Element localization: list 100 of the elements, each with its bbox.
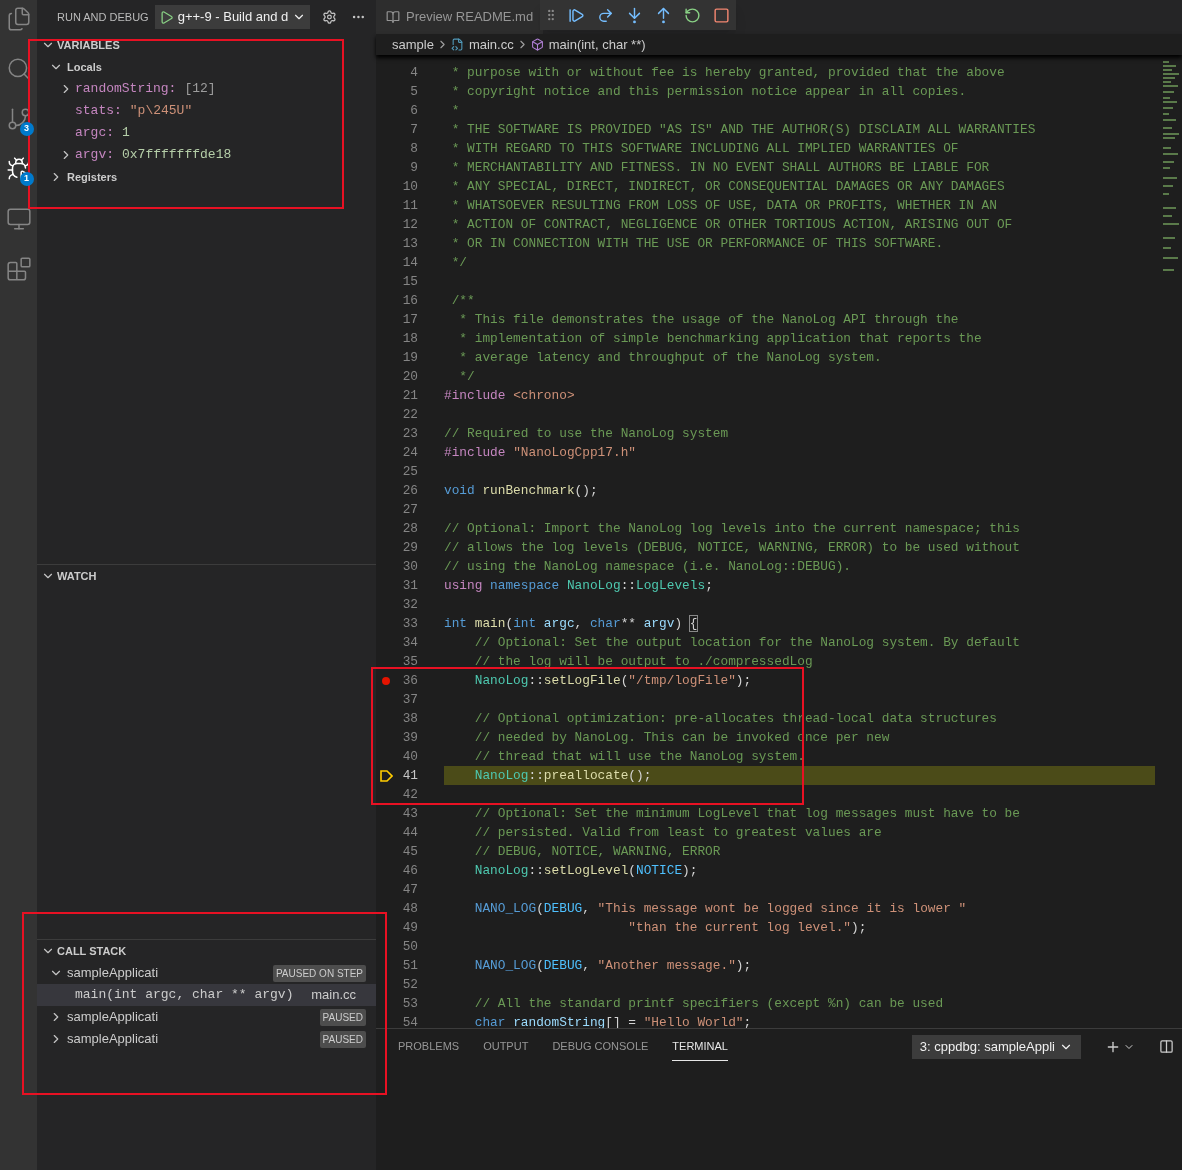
line-number: 48 (401, 899, 418, 918)
variable-value: 0x7fffffffde18 (122, 146, 232, 165)
count-badge: 1 (19, 172, 34, 186)
line-number: 37 (401, 690, 418, 709)
code-line: * purpose with or without fee is hereby granted, provided that the above (450, 63, 1005, 82)
line-number: 33 (401, 614, 418, 633)
files-icon[interactable] (5, 6, 32, 32)
line-number: 17 (401, 310, 418, 329)
code-line: NanoLog::setLogLevel(NOTICE); (473, 861, 698, 880)
config-dropdown[interactable]: g++-9 - Build and d (154, 5, 311, 29)
scope-label[interactable]: Locals (67, 58, 102, 76)
cube-icon (530, 38, 544, 51)
panel-tab[interactable]: OUTPUT (483, 1032, 529, 1061)
line-number: 20 (401, 367, 418, 386)
thread-name[interactable]: sampleApplicati (67, 1007, 316, 1027)
code-line: */ (450, 253, 468, 272)
line-number: 45 (401, 842, 418, 861)
section-title[interactable]: CALL STACK (57, 942, 127, 960)
line-number: 44 (401, 823, 418, 842)
code-line: int main(int argc, char** argv) { (444, 614, 698, 633)
line-number: 22 (401, 405, 418, 424)
code-line: // All the standard printf specifiers (except %n) can be used (473, 994, 944, 1013)
breadcrumb-item[interactable]: main.cc (468, 34, 514, 55)
monitor-icon[interactable] (5, 206, 32, 232)
code-line: NanoLog::preallocate(); (473, 766, 652, 785)
terminal-select[interactable]: 3: cppdbg: sampleAppli (911, 1034, 1081, 1059)
variable-name: argc: (75, 124, 114, 143)
line-number: 53 (401, 994, 418, 1013)
variable-value: "p\245U" (129, 102, 193, 121)
code-line: void runBenchmark(); (444, 481, 598, 500)
thread-name[interactable]: sampleApplicati (67, 1029, 316, 1049)
code-line: char randomString[] = "Hello World"; (473, 1013, 752, 1028)
line-number: 29 (401, 538, 418, 557)
variable-name: argv: (75, 146, 114, 165)
code-line: // using the NanoLog namespace (i.e. NanoLog::DEBUG). (444, 557, 851, 576)
line-number: 54 (401, 1013, 418, 1028)
line-number: 24 (401, 443, 418, 462)
code-line: /** (450, 291, 475, 310)
editor-tab[interactable]: Preview README.md (376, 0, 544, 34)
line-number: 34 (401, 633, 418, 652)
file-icon (450, 38, 464, 51)
line-number: 49 (401, 918, 418, 937)
line-number: 47 (401, 880, 418, 899)
line-number: 4 (409, 63, 418, 82)
line-number: 36 (401, 671, 418, 690)
line-number: 51 (401, 956, 418, 975)
restart-icon[interactable] (684, 6, 701, 24)
line-number: 28 (401, 519, 418, 538)
panel-tab[interactable]: TERMINAL (672, 1031, 728, 1062)
panel-tab[interactable]: DEBUG CONSOLE (552, 1032, 649, 1061)
line-number: 16 (401, 291, 418, 310)
code-line: // persisted. Valid from least to greatest values are (473, 823, 882, 842)
breadcrumb-item[interactable]: sample (392, 34, 434, 55)
line-number: 13 (401, 234, 418, 253)
line-number: 41 (401, 766, 418, 785)
line-number: 7 (409, 120, 418, 139)
code-line: using namespace NanoLog::LogLevels; (444, 576, 713, 595)
thread-name[interactable]: sampleApplicati (67, 963, 269, 983)
line-number: 11 (401, 196, 418, 215)
step-into-icon[interactable] (626, 6, 643, 24)
line-number: 35 (401, 652, 418, 671)
code-line: // Required to use the NanoLog system (444, 424, 729, 443)
code-line: * copyright notice and this permission notice appear in all copies. (450, 82, 967, 101)
line-number: 43 (401, 804, 418, 823)
line-number: 50 (401, 937, 418, 956)
variable-name: stats: (75, 102, 122, 121)
line-number: 21 (401, 386, 418, 405)
preview-icon (386, 10, 400, 24)
section-title[interactable]: VARIABLES (57, 36, 120, 54)
status-badge: PAUSED ON STEP (272, 964, 366, 982)
panel-tab[interactable]: PROBLEMS (398, 1032, 460, 1061)
code-line: #include <chrono> (444, 386, 575, 405)
line-number: 40 (401, 747, 418, 766)
breadcrumb-item[interactable]: main(int, char **) (548, 34, 646, 55)
line-number: 6 (409, 101, 418, 120)
code-line: * average latency and throughput of the NanoLog system. (458, 348, 882, 367)
code-line: // DEBUG, NOTICE, WARNING, ERROR (473, 842, 721, 861)
code-line: * implementation of simple benchmarking application that reports the (458, 329, 982, 348)
step-out-icon[interactable] (655, 6, 672, 24)
section-title[interactable]: WATCH (57, 567, 97, 585)
step-over-icon[interactable] (597, 6, 614, 24)
scope-label[interactable]: Registers (67, 168, 118, 186)
code-line: // allows the log levels (DEBUG, NOTICE, WARNING, ERROR) to be used without (444, 538, 1020, 557)
line-number: 32 (401, 595, 418, 614)
config-label: g++-9 - Build and d (177, 8, 289, 27)
stack-frame[interactable]: main(int argc, char ** argv) main.cc (37, 984, 376, 1006)
play-icon[interactable] (158, 9, 174, 25)
frame-function: main(int argc, char ** argv) (75, 986, 295, 1005)
code-line: * WHATSOEVER RESULTING FROM LOSS OF USE, DATA OR PROFITS, WHETHER IN AN (450, 196, 997, 215)
settings-icon[interactable] (322, 9, 338, 25)
sidebar-title: RUN AND DEBUG (57, 9, 149, 25)
status-badge: PAUSED (319, 1030, 366, 1048)
continue-icon[interactable] (568, 6, 585, 24)
line-number: 26 (401, 481, 418, 500)
code-line: * ACTION OF CONTRACT, NEGLIGENCE OR OTHER TORTIOUS ACTION, ARISING OUT OF (450, 215, 1013, 234)
split-icon[interactable] (1159, 1039, 1174, 1054)
variable-value: [12] (184, 80, 216, 99)
stop-icon[interactable] (713, 6, 730, 24)
blocks-icon[interactable] (5, 256, 32, 282)
code-line: * THE SOFTWARE IS PROVIDED "AS IS" AND THE AUTHOR(S) DISCLAIM ALL WARRANTIES (450, 120, 1036, 139)
